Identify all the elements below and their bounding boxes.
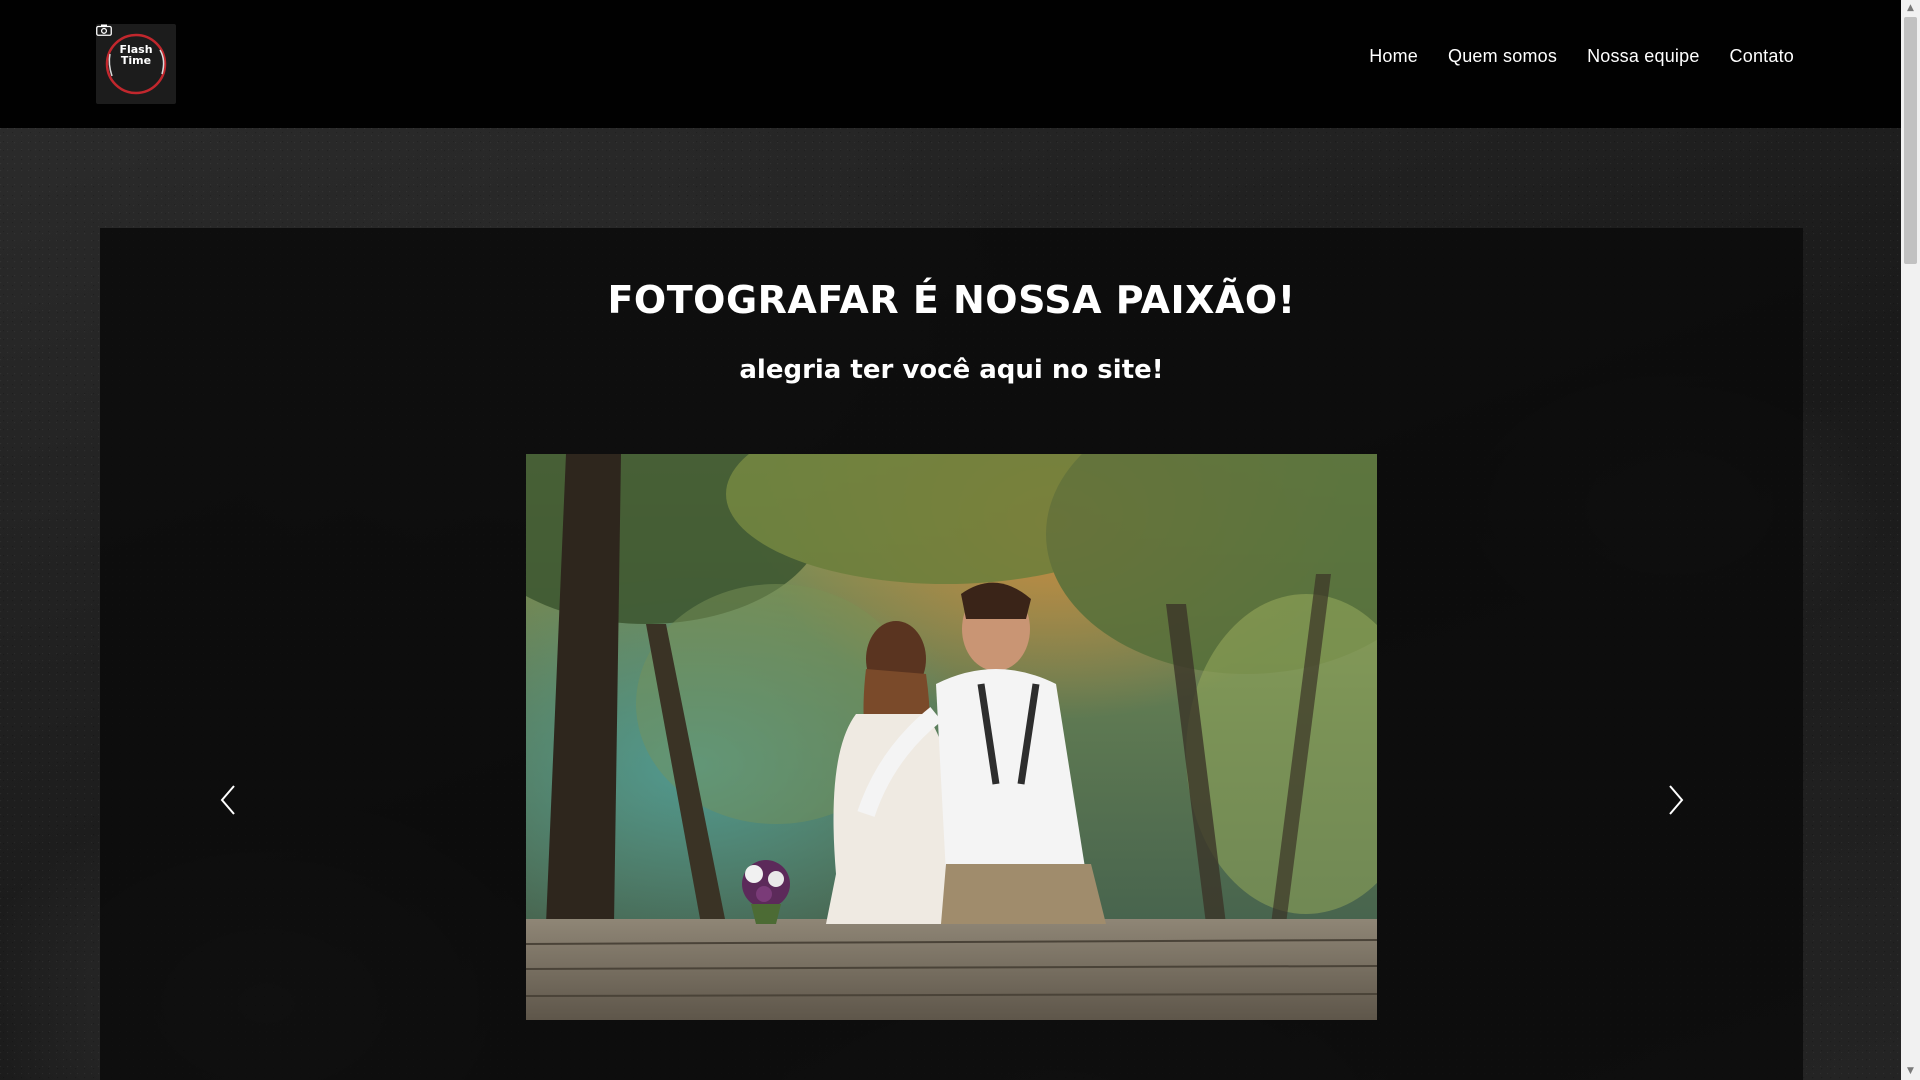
couple-photo [526, 454, 1377, 1020]
page-subtitle: alegria ter você aqui no site! [739, 355, 1164, 385]
scroll-down-icon[interactable]: ▼ [1901, 1063, 1920, 1080]
main-nav: Home Quem somos Nossa equipe Contato [1369, 46, 1794, 67]
site-header: Flash Time Home Quem somos Nossa equipe … [0, 0, 1901, 128]
site-logo[interactable]: Flash Time [96, 24, 176, 104]
nav-item-quem-somos[interactable]: Quem somos [1448, 46, 1557, 67]
page-title: FOTOGRAFAR É NOSSA PAIXÃO! [607, 278, 1296, 322]
logo-line-2: Time [120, 54, 152, 67]
slideshow-next-button[interactable] [1664, 780, 1688, 820]
nav-item-nossa-equipe[interactable]: Nossa equipe [1587, 46, 1699, 67]
logo-text: Flash Time [96, 44, 176, 66]
slideshow-image[interactable] [526, 454, 1377, 1020]
chevron-right-icon [1669, 785, 1684, 815]
vertical-scrollbar[interactable]: ▲ ▼ [1901, 0, 1920, 1080]
camera-icon [96, 24, 112, 36]
scrollbar-thumb[interactable] [1904, 17, 1917, 264]
hero-panel: FOTOGRAFAR É NOSSA PAIXÃO! alegria ter v… [100, 228, 1803, 1080]
slideshow-prev-button[interactable] [216, 780, 240, 820]
scroll-up-icon[interactable]: ▲ [1901, 0, 1920, 17]
nav-item-home[interactable]: Home [1369, 46, 1418, 67]
nav-item-contato[interactable]: Contato [1730, 46, 1794, 67]
chevron-left-icon [220, 785, 235, 815]
